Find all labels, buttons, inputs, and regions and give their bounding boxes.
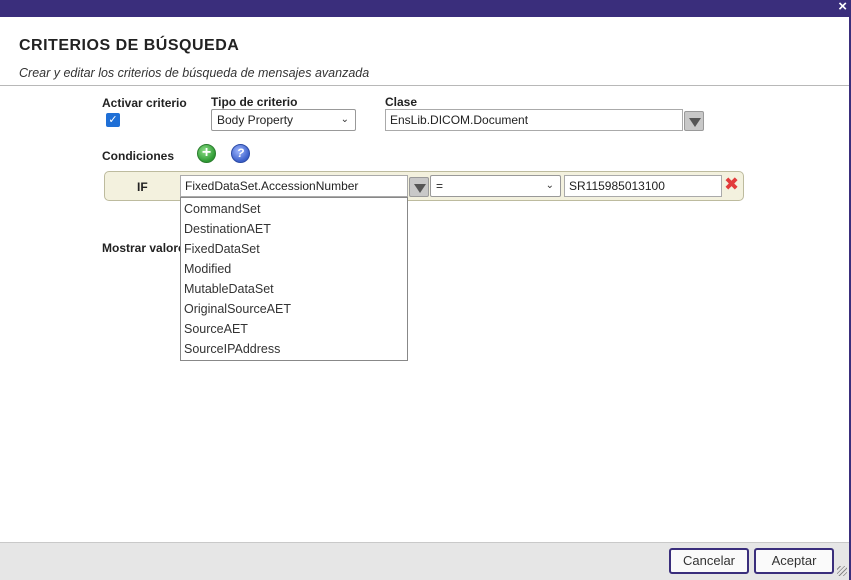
dropdown-item[interactable]: MutableDataSet [181, 279, 407, 299]
dialog-header: CRITERIOS DE BÚSQUEDA Crear y editar los… [0, 17, 849, 86]
property-dropdown-button[interactable] [409, 177, 429, 197]
check-icon: ✓ [108, 114, 118, 126]
tipo-criterio-label: Tipo de criterio [211, 95, 298, 109]
dropdown-item[interactable]: FixedDataSet [181, 239, 407, 259]
dropdown-item[interactable]: CommandSet [181, 199, 407, 219]
dropdown-item[interactable]: OriginalSourceAET [181, 299, 407, 319]
help-icon[interactable]: ? [231, 144, 250, 163]
dropdown-item[interactable]: SourceAET [181, 319, 407, 339]
chevron-down-icon: ⌄ [340, 114, 349, 125]
clase-field[interactable]: EnsLib.DICOM.Document [385, 109, 683, 131]
chevron-down-icon: ⌄ [545, 180, 554, 191]
resize-grip-icon[interactable] [837, 566, 847, 576]
tipo-criterio-value: Body Property [217, 113, 294, 127]
window-titlebar: × [0, 0, 851, 17]
if-label: IF [137, 180, 148, 194]
value-field[interactable]: SR115985013100 [564, 175, 722, 197]
dropdown-item[interactable]: SourceIPAddress [181, 339, 407, 359]
close-icon[interactable]: × [838, 0, 847, 16]
activar-criterio-checkbox[interactable]: ✓ [106, 113, 120, 127]
page-subtitle: Crear y editar los criterios de búsqueda… [19, 66, 370, 80]
tipo-criterio-select[interactable]: Body Property ⌄ [211, 109, 356, 131]
clase-dropdown-button[interactable] [684, 111, 704, 131]
mostrar-valores-label: Mostrar valore [102, 241, 185, 255]
delete-icon[interactable]: ✖ [724, 175, 739, 193]
add-icon[interactable]: + [197, 144, 216, 163]
clase-label: Clase [385, 95, 418, 109]
dropdown-item[interactable]: Modified [181, 259, 407, 279]
dropdown-item[interactable]: DestinationAET [181, 219, 407, 239]
condiciones-label: Condiciones [102, 149, 175, 163]
property-field[interactable]: FixedDataSet.AccessionNumber [180, 175, 408, 197]
operator-value: = [436, 179, 444, 193]
page-title: CRITERIOS DE BÚSQUEDA [19, 37, 240, 54]
activar-criterio-label: Activar criterio [102, 96, 187, 110]
accept-button[interactable]: Aceptar [754, 548, 834, 574]
cancel-button[interactable]: Cancelar [669, 548, 749, 574]
property-dropdown-list: CommandSet DestinationAET FixedDataSet M… [180, 197, 408, 361]
operator-select[interactable]: = ⌄ [430, 175, 561, 197]
